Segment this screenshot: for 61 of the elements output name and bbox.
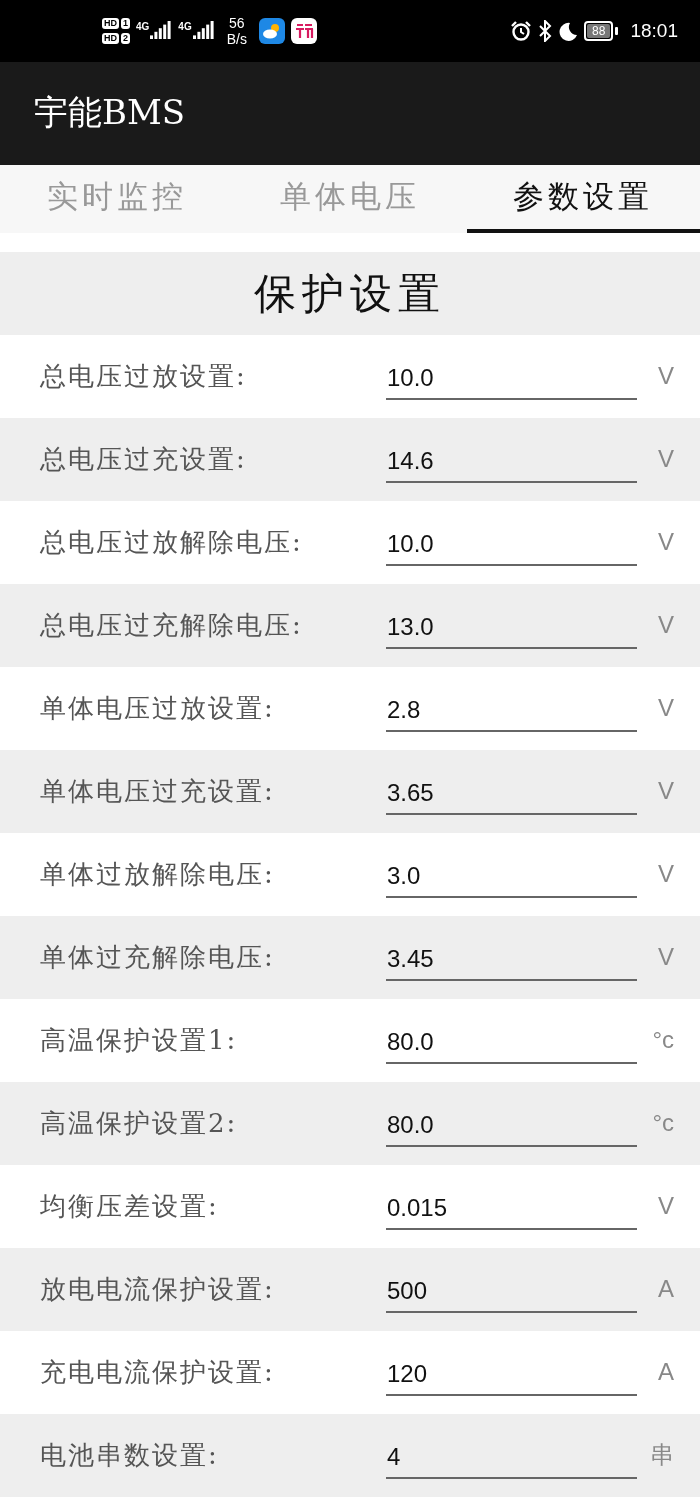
unit-label: V	[658, 694, 674, 723]
unit-label: °c	[652, 1026, 674, 1055]
input-field[interactable]: 4	[386, 1439, 637, 1480]
setting-label: 放电电流保护设置:	[40, 1273, 276, 1306]
unit-label: V	[658, 445, 674, 474]
setting-label: 总电压过放解除电压:	[40, 526, 304, 559]
input-field[interactable]: 80.0	[386, 1107, 637, 1148]
hd-badge: HD	[102, 18, 119, 30]
unit-label: °c	[652, 1109, 674, 1138]
unit-label: A	[658, 1358, 674, 1387]
sim-slot-badge: 2	[121, 33, 130, 45]
battery-icon: 88	[584, 21, 614, 42]
input-field[interactable]: 500	[386, 1273, 637, 1314]
unit-label: V	[658, 860, 674, 889]
unit-label: V	[658, 943, 674, 972]
input-field[interactable]: 3.65	[386, 775, 637, 816]
hd-badge: HD	[102, 33, 119, 45]
signal-icon	[150, 21, 173, 42]
setting-label: 总电压过充设置:	[40, 443, 248, 476]
bluetooth-icon	[538, 20, 553, 43]
input-field[interactable]: 10.0	[386, 526, 637, 567]
setting-label: 单体过放解除电压:	[40, 858, 276, 891]
setting-label: 单体过充解除电压:	[40, 941, 276, 974]
unit-label: 串	[650, 1440, 674, 1471]
input-field[interactable]: 3.45	[386, 941, 637, 982]
input-field[interactable]: 80.0	[386, 1024, 637, 1065]
network-type: 4G	[136, 21, 150, 33]
setting-label: 高温保护设置2:	[40, 1107, 239, 1140]
unit-label: V	[658, 362, 674, 391]
unit-label: V	[658, 1192, 674, 1221]
setting-label: 总电压过放设置:	[40, 360, 248, 393]
setting-label: 单体电压过放设置:	[40, 692, 276, 725]
speed-value: 56	[229, 15, 245, 32]
sim-slot-badge: 1	[121, 18, 130, 30]
input-field[interactable]: 2.8	[386, 692, 637, 733]
clock: 18:01	[630, 20, 678, 43]
unit-label: V	[658, 611, 674, 640]
unit-label: V	[658, 777, 674, 806]
input-field[interactable]: 0.015	[386, 1190, 637, 1231]
app-icon	[290, 18, 317, 45]
setting-label: 单体电压过充设置:	[40, 775, 276, 808]
input-field[interactable]: 10.0	[386, 360, 637, 401]
input-field[interactable]: 13.0	[386, 609, 637, 650]
setting-label: 均衡压差设置:	[40, 1190, 220, 1223]
input-field[interactable]: 120	[386, 1356, 637, 1397]
app-title: 宇能BMS	[34, 91, 186, 135]
setting-label: 总电压过充解除电压:	[40, 609, 304, 642]
unit-label: A	[658, 1275, 674, 1304]
signal-icon	[192, 21, 215, 42]
network-type: 4G	[178, 21, 192, 33]
setting-label: 高温保护设置1:	[40, 1024, 239, 1057]
setting-label: 电池串数设置:	[40, 1439, 220, 1472]
input-field[interactable]: 3.0	[386, 858, 637, 899]
unit-label: V	[658, 528, 674, 557]
moon-icon	[558, 21, 579, 42]
weather-app-icon	[258, 18, 285, 45]
setting-label: 充电电流保护设置:	[40, 1356, 276, 1389]
alarm-icon	[510, 20, 533, 43]
input-field[interactable]: 14.6	[386, 443, 637, 484]
speed-unit: B/s	[226, 31, 247, 48]
section-title: 保护设置	[254, 267, 446, 320]
